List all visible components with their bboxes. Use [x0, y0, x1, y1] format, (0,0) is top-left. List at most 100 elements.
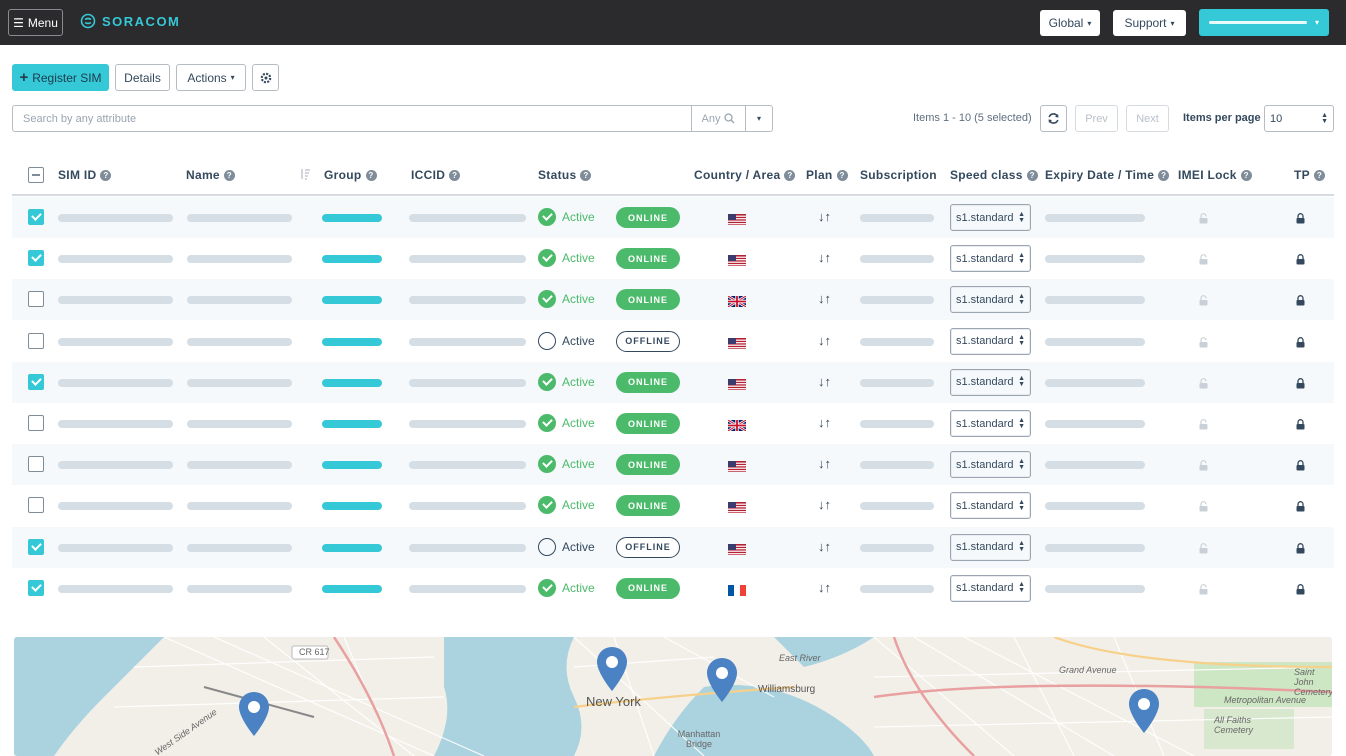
table-row[interactable]: Active ONLINE ↓↑ s1.standard ▲ ▼: [12, 279, 1334, 321]
unlocked-padlock-icon[interactable]: [1199, 499, 1208, 517]
unlocked-padlock-icon[interactable]: [1199, 417, 1208, 435]
prev-page-button[interactable]: Prev: [1075, 105, 1118, 132]
help-icon[interactable]: ?: [836, 169, 848, 181]
group-placeholder[interactable]: [322, 378, 382, 387]
details-button[interactable]: Details: [115, 64, 170, 91]
column-header-status[interactable]: Status?: [538, 168, 592, 182]
speed-class-select[interactable]: s1.standard ▲ ▼: [950, 574, 1031, 602]
row-checkbox[interactable]: [28, 415, 44, 431]
padlock-icon[interactable]: [1296, 211, 1305, 229]
help-icon[interactable]: ?: [365, 169, 377, 181]
speed-class-select[interactable]: s1.standard ▲ ▼: [950, 451, 1031, 479]
coverage-dropdown[interactable]: Global ▾: [1040, 10, 1100, 36]
column-header-imei-lock[interactable]: IMEI Lock?: [1178, 168, 1252, 182]
items-per-page-select[interactable]: 10 ▲ ▼: [1264, 105, 1334, 132]
speed-class-select[interactable]: s1.standard ▲ ▼: [950, 204, 1031, 231]
unlocked-padlock-icon[interactable]: [1199, 541, 1208, 559]
row-checkbox[interactable]: [28, 250, 44, 267]
search-scope-button[interactable]: Any: [691, 106, 745, 131]
column-header-tp[interactable]: TP?: [1294, 168, 1325, 182]
table-row[interactable]: Active ONLINE ↓↑ s1.standard ▲ ▼: [12, 238, 1334, 279]
help-icon[interactable]: ?: [1026, 169, 1038, 181]
map-pin-icon[interactable]: [238, 691, 270, 737]
soracom-logo[interactable]: SORACOM: [80, 13, 180, 29]
row-checkbox[interactable]: [28, 373, 44, 390]
column-header-speed-class[interactable]: Speed class?: [950, 168, 1038, 182]
select-all-checkbox[interactable]: [28, 167, 44, 183]
table-row[interactable]: Active OFFLINE ↓↑ s1.standard ▲ ▼: [12, 321, 1334, 362]
group-placeholder[interactable]: [322, 296, 382, 305]
column-header-group[interactable]: Group?: [324, 168, 377, 182]
padlock-icon[interactable]: [1296, 417, 1305, 435]
table-row[interactable]: Active ONLINE ↓↑ s1.standard ▲ ▼: [12, 485, 1334, 526]
speed-class-select[interactable]: s1.standard ▲ ▼: [950, 286, 1031, 314]
help-icon[interactable]: ?: [580, 169, 592, 181]
padlock-icon[interactable]: [1296, 499, 1305, 517]
row-checkbox[interactable]: [28, 538, 44, 555]
padlock-icon[interactable]: [1296, 376, 1305, 394]
map-pin-icon[interactable]: [1128, 688, 1160, 734]
column-header-expiry[interactable]: Expiry Date / Time?: [1045, 168, 1170, 182]
speed-class-select[interactable]: s1.standard ▲ ▼: [950, 245, 1031, 273]
menu-button[interactable]: ☰ Menu: [8, 9, 63, 36]
help-icon[interactable]: ?: [223, 169, 235, 181]
speed-class-select[interactable]: s1.standard ▲ ▼: [950, 368, 1031, 396]
group-placeholder[interactable]: [322, 214, 382, 222]
padlock-icon[interactable]: [1296, 252, 1305, 270]
row-checkbox[interactable]: [28, 579, 44, 596]
column-header-plan[interactable]: Plan?: [806, 168, 848, 182]
speed-class-select[interactable]: s1.standard ▲ ▼: [950, 410, 1031, 437]
table-row[interactable]: Active ONLINE ↓↑ s1.standard ▲ ▼: [12, 444, 1334, 486]
table-row[interactable]: Active ONLINE ↓↑ s1.standard ▲ ▼: [12, 403, 1334, 444]
table-row[interactable]: Active ONLINE ↓↑ s1.standard ▲ ▼: [12, 197, 1334, 238]
table-row[interactable]: Active OFFLINE ↓↑ s1.standard ▲ ▼: [12, 526, 1334, 568]
help-icon[interactable]: ?: [784, 169, 796, 181]
refresh-button[interactable]: [1040, 105, 1067, 132]
help-icon[interactable]: ?: [1158, 169, 1170, 181]
group-placeholder[interactable]: [322, 543, 382, 552]
column-header-sim-id[interactable]: SIM ID?: [58, 168, 112, 182]
speed-class-select[interactable]: s1.standard ▲ ▼: [950, 533, 1031, 561]
speed-class-select[interactable]: s1.standard ▲ ▼: [950, 492, 1031, 520]
sort-icon[interactable]: [300, 168, 311, 180]
group-placeholder[interactable]: [322, 337, 382, 346]
unlocked-padlock-icon[interactable]: [1199, 582, 1208, 600]
unlocked-padlock-icon[interactable]: [1199, 458, 1208, 476]
unlocked-padlock-icon[interactable]: [1199, 211, 1208, 229]
table-row[interactable]: Active ONLINE ↓↑ s1.standard ▲ ▼: [12, 361, 1334, 403]
unlocked-padlock-icon[interactable]: [1199, 252, 1208, 270]
row-checkbox[interactable]: [28, 497, 44, 514]
help-icon[interactable]: ?: [1313, 169, 1325, 181]
help-icon[interactable]: ?: [100, 169, 112, 181]
padlock-icon[interactable]: [1296, 582, 1305, 600]
actions-dropdown[interactable]: Actions ▾: [176, 64, 246, 91]
settings-button[interactable]: [252, 64, 279, 91]
account-dropdown[interactable]: ▾: [1199, 9, 1329, 36]
speed-class-select[interactable]: s1.standard ▲ ▼: [950, 327, 1031, 355]
unlocked-padlock-icon[interactable]: [1199, 376, 1208, 394]
row-checkbox[interactable]: [28, 332, 44, 349]
map-pin-icon[interactable]: [596, 646, 628, 692]
support-dropdown[interactable]: Support ▾: [1113, 10, 1186, 36]
help-icon[interactable]: ?: [1240, 169, 1252, 181]
row-checkbox[interactable]: [28, 456, 44, 473]
group-placeholder[interactable]: [322, 584, 382, 593]
table-row[interactable]: Active ONLINE ↓↑ s1.standard ▲ ▼: [12, 568, 1334, 609]
column-header-country[interactable]: Country / Area?: [694, 168, 796, 182]
unlocked-padlock-icon[interactable]: [1199, 335, 1208, 353]
next-page-button[interactable]: Next: [1126, 105, 1169, 132]
search-options-dropdown[interactable]: ▾: [745, 106, 772, 131]
map-pin-icon[interactable]: [706, 657, 738, 703]
group-placeholder[interactable]: [322, 461, 382, 470]
column-header-subscription[interactable]: Subscription: [860, 168, 937, 182]
register-sim-button[interactable]: + Register SIM: [12, 64, 109, 91]
padlock-icon[interactable]: [1296, 335, 1305, 353]
group-placeholder[interactable]: [322, 502, 382, 511]
padlock-icon[interactable]: [1296, 293, 1305, 311]
group-placeholder[interactable]: [322, 255, 382, 264]
search-input[interactable]: [13, 106, 691, 131]
group-placeholder[interactable]: [322, 420, 382, 428]
row-checkbox[interactable]: [28, 209, 44, 225]
column-header-iccid[interactable]: ICCID?: [411, 168, 461, 182]
padlock-icon[interactable]: [1296, 458, 1305, 476]
